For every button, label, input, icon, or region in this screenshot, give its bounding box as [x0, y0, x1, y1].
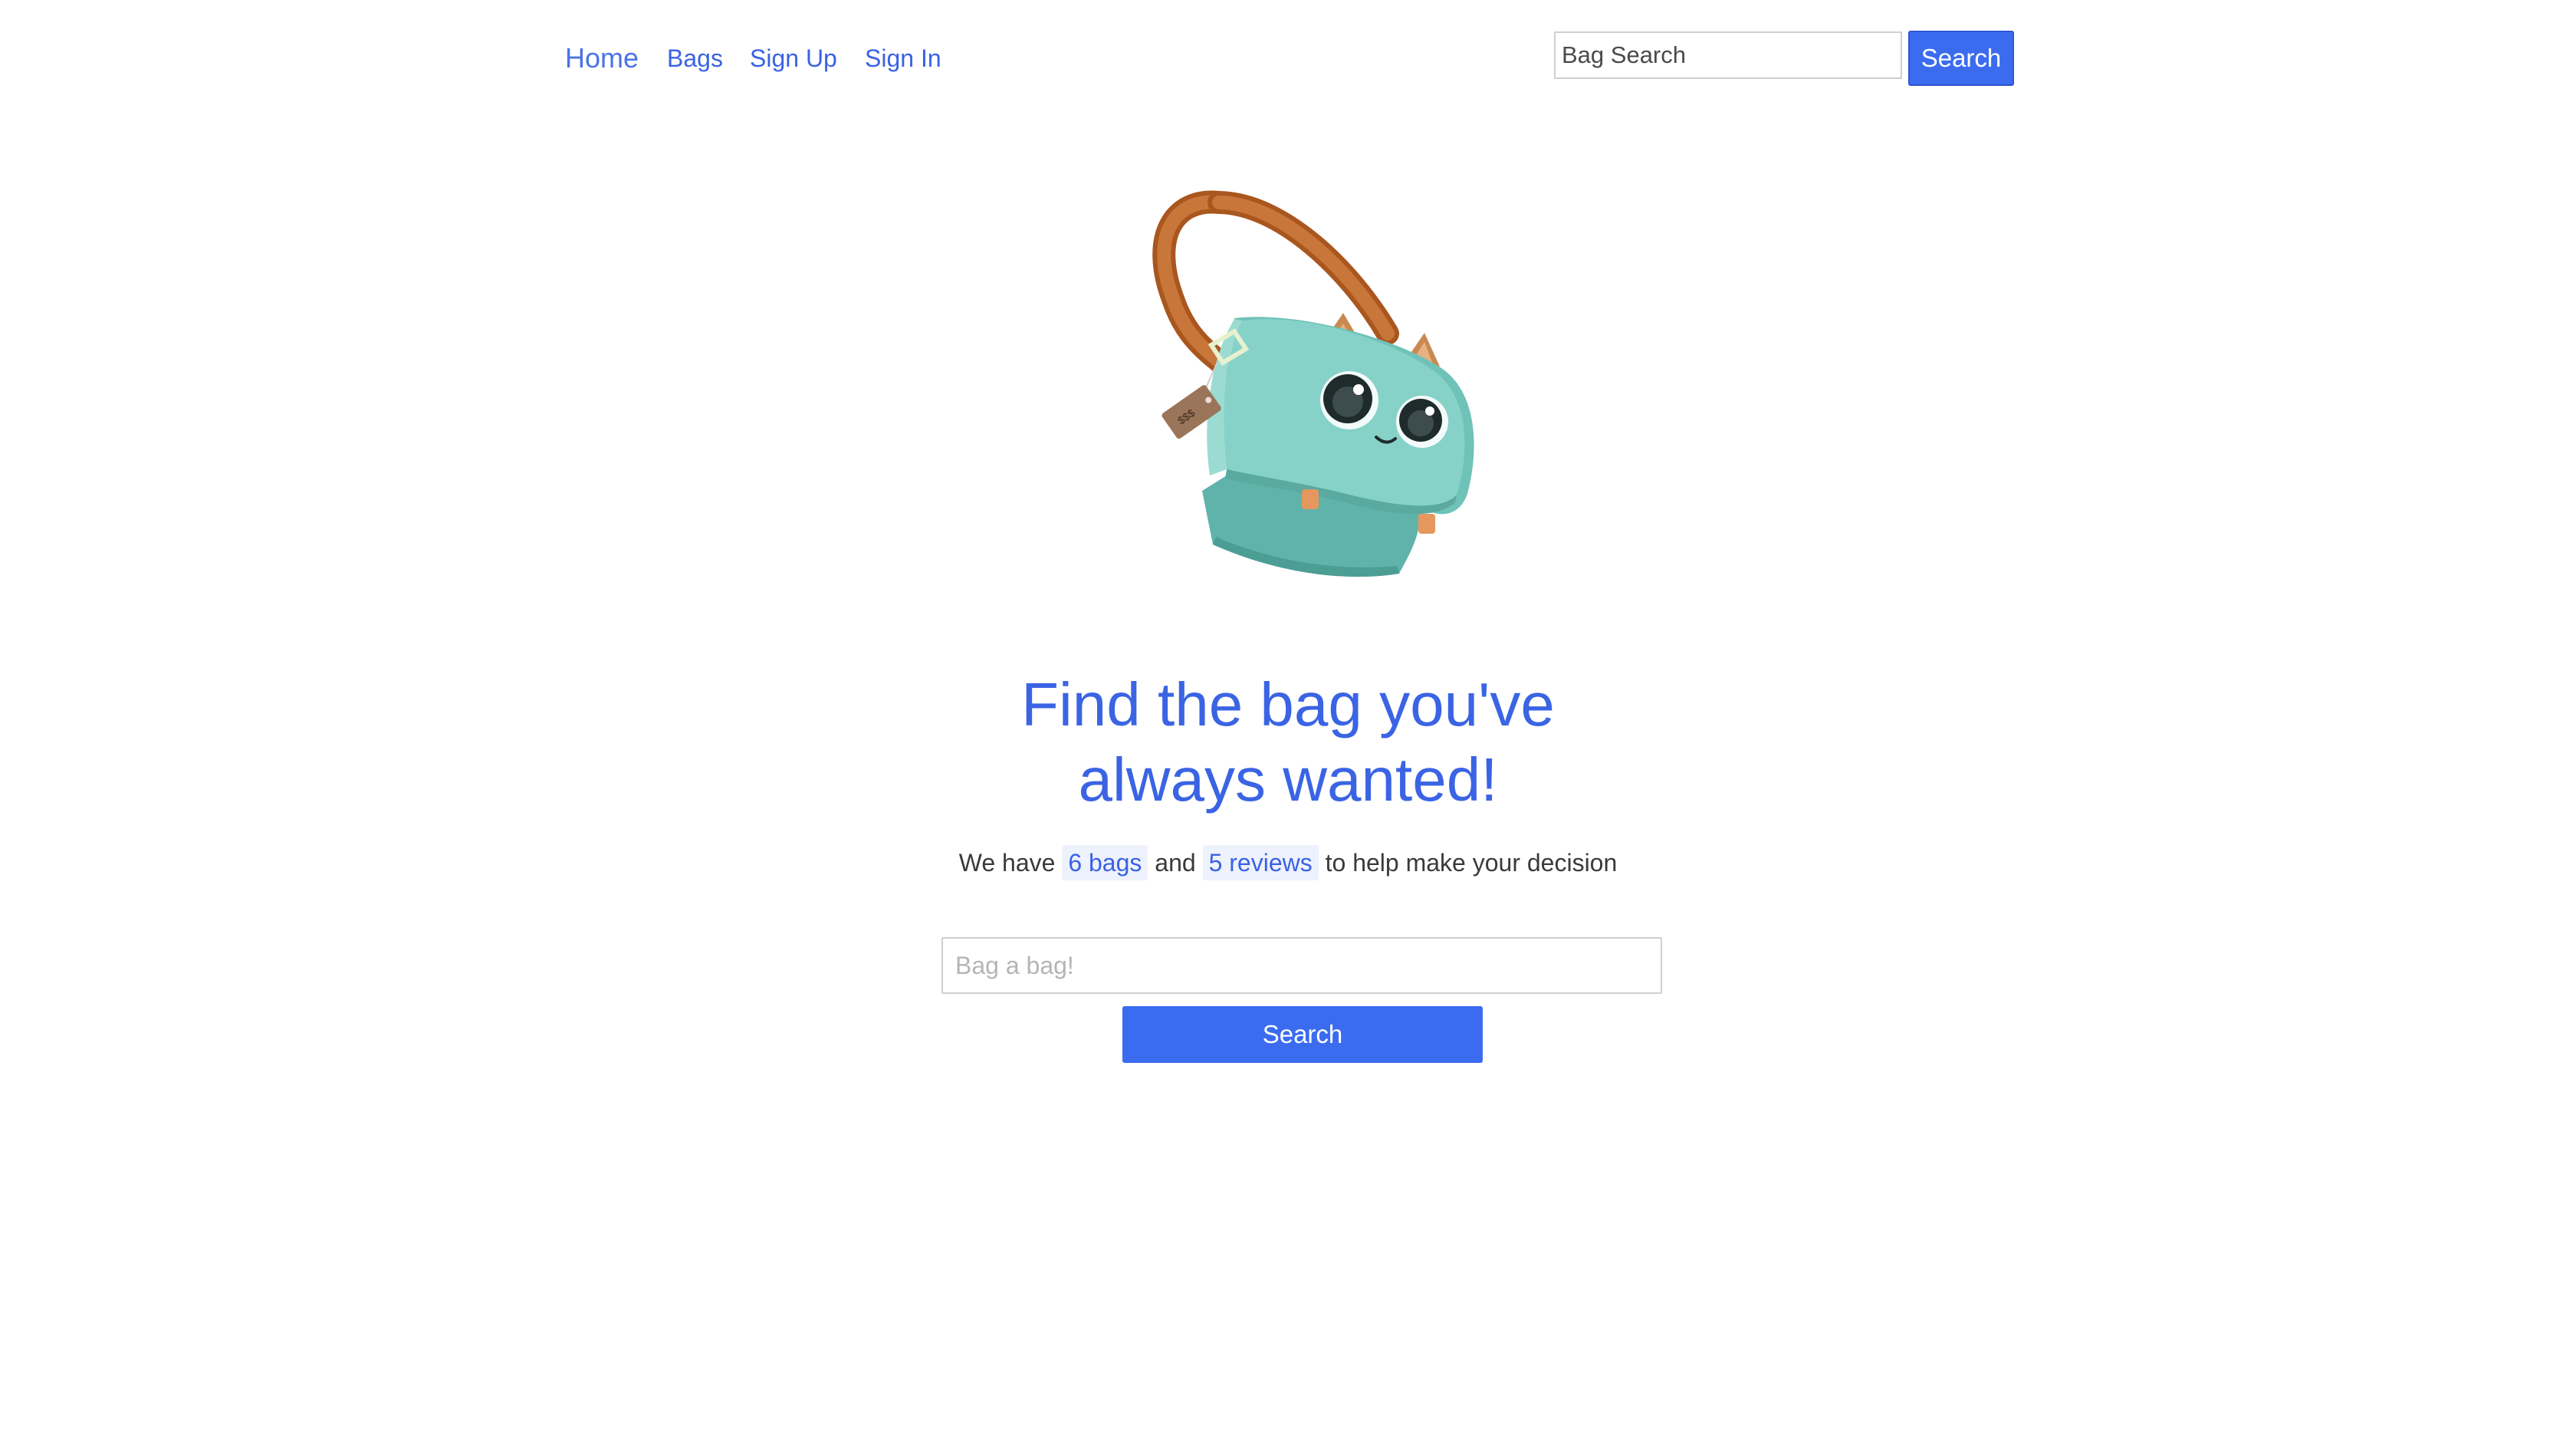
home-page: Home Bags Sign Up Sign In Search — [0, 0, 2576, 1454]
hero-headline-line-2: always wanted! — [1078, 745, 1498, 814]
stats-line: We have 6 bags and 5 reviews to help mak… — [828, 840, 1748, 885]
bags-count-link[interactable]: 6 bags — [1062, 845, 1148, 880]
nav-link-bags[interactable]: Bags — [667, 29, 723, 87]
bag-buckle-left — [1302, 489, 1319, 509]
hero-headline-line-1: Find the bag you've — [1021, 670, 1555, 739]
bag-eye-left — [1320, 371, 1378, 429]
main-search-button[interactable]: Search — [1122, 1006, 1483, 1063]
top-navigation: Home Bags Sign Up Sign In Search — [564, 29, 2014, 87]
main-search-input[interactable] — [941, 937, 1662, 994]
stats-connector: and — [1155, 849, 1196, 877]
nav-link-sign-up[interactable]: Sign Up — [750, 29, 837, 87]
stats-prefix: We have — [958, 849, 1056, 877]
nav-link-home[interactable]: Home — [565, 29, 639, 87]
stats-suffix: to help make your decision — [1325, 849, 1618, 877]
hero-headline: Find the bag you've always wanted! — [905, 667, 1671, 817]
bag-eye-right — [1396, 396, 1448, 448]
bag-buckle-right — [1418, 514, 1435, 534]
nav-link-sign-in[interactable]: Sign In — [865, 29, 941, 87]
reviews-count-link[interactable]: 5 reviews — [1202, 845, 1319, 880]
nav-search-button[interactable]: Search — [1908, 31, 2014, 86]
nav-search-input[interactable] — [1554, 31, 1902, 79]
bag-mascot-illustration: $$$ — [1152, 190, 1474, 577]
